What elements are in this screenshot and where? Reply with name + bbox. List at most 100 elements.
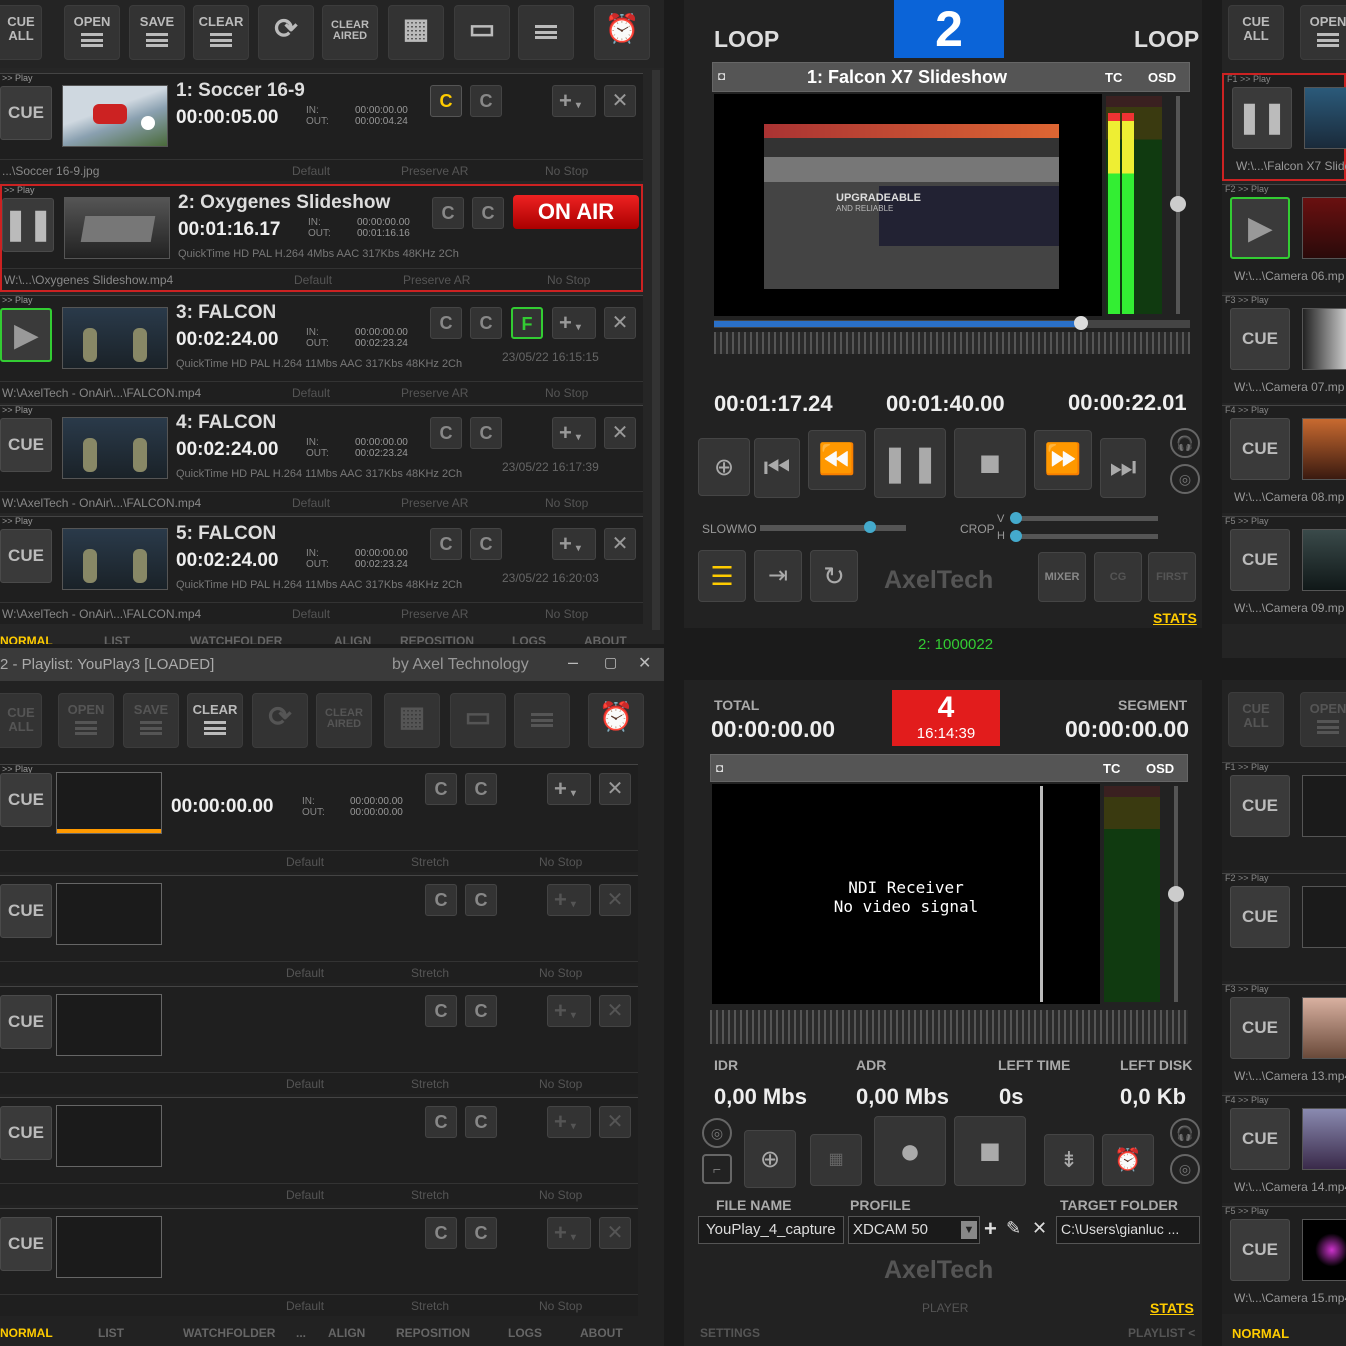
clear-button[interactable]: CLEAR bbox=[193, 5, 249, 60]
delete-item-button[interactable]: ✕ bbox=[604, 417, 636, 449]
aspect-select[interactable]: Preserve AR bbox=[401, 607, 468, 621]
minimize-icon[interactable]: – bbox=[568, 652, 578, 673]
stop-select[interactable]: No Stop bbox=[539, 1077, 582, 1091]
scheduler-button[interactable]: ⏰ bbox=[588, 693, 644, 748]
strip-item-empty[interactable]: F2 >> Play CUE bbox=[1222, 873, 1346, 981]
target-folder-field[interactable]: C:\Users\gianluc ... bbox=[1056, 1216, 1200, 1244]
stop-select[interactable]: No Stop bbox=[547, 273, 590, 287]
progress-knob[interactable] bbox=[1073, 316, 1088, 330]
tab-logs[interactable]: LOGS bbox=[512, 634, 546, 644]
tc-toggle[interactable]: TC bbox=[1103, 761, 1120, 776]
crop-icon[interactable]: ⌐ bbox=[702, 1154, 732, 1184]
playlist-menu-button[interactable] bbox=[514, 693, 570, 748]
slowmo-slider[interactable] bbox=[760, 521, 906, 533]
tab-reposition[interactable]: REPOSITION bbox=[400, 634, 474, 644]
tab-normal[interactable]: NORMAL bbox=[0, 1326, 53, 1340]
crop-v-knob[interactable] bbox=[1010, 512, 1022, 524]
cue-button[interactable]: CUE bbox=[1230, 997, 1290, 1059]
switch-button[interactable]: ▦ bbox=[810, 1134, 862, 1186]
delete-item-button[interactable]: ✕ bbox=[604, 307, 636, 339]
save-button[interactable]: SAVE bbox=[129, 5, 185, 60]
fast-forward-button[interactable]: ⏩ bbox=[1034, 430, 1092, 490]
tab-logs[interactable]: LOGS bbox=[508, 1326, 542, 1340]
transition-select[interactable]: Default bbox=[292, 496, 330, 510]
add-folder-button[interactable]: ▭ bbox=[450, 693, 506, 748]
profile-select[interactable]: XDCAM 50 ▼ bbox=[848, 1216, 980, 1244]
transition-select[interactable]: Default bbox=[294, 273, 332, 287]
strip-item[interactable]: F4 >> Play CUE W:\...\Camera 14.mp4 bbox=[1222, 1095, 1346, 1203]
record-button[interactable]: ● bbox=[874, 1116, 946, 1186]
target-icon[interactable]: ◎ bbox=[1170, 1154, 1200, 1184]
cue-button[interactable]: CUE bbox=[0, 1106, 52, 1160]
playlist-item-empty[interactable]: CUE C C + ▾ ✕ Default Stretch No Stop bbox=[0, 986, 638, 1094]
stop-button[interactable]: ■ bbox=[954, 428, 1026, 498]
add-item-button[interactable]: + ▾ bbox=[547, 995, 591, 1027]
cue-button[interactable]: CUE bbox=[0, 773, 52, 827]
save-button[interactable]: SAVE bbox=[123, 693, 179, 748]
stats-link[interactable]: STATS bbox=[1153, 610, 1197, 626]
transition-select[interactable]: Default bbox=[286, 1299, 324, 1313]
repeat-button[interactable]: C bbox=[430, 528, 462, 560]
repeat-button[interactable]: C bbox=[425, 1106, 457, 1138]
transition-select[interactable]: Default bbox=[286, 966, 324, 980]
repeat-button[interactable]: C bbox=[430, 417, 462, 449]
cue-button[interactable]: CUE bbox=[1230, 418, 1290, 480]
stop-select[interactable]: No Stop bbox=[545, 607, 588, 621]
strip-item[interactable]: F2 >> Play ▶ W:\...\Camera 06.mp bbox=[1222, 184, 1346, 292]
ip-input-button[interactable]: ⊕ bbox=[698, 438, 750, 496]
playlist-item-empty[interactable]: >> Play CUE 00:00:00.00 IN: OUT: 00:00:00… bbox=[0, 764, 638, 872]
tab-align[interactable]: ALIGN bbox=[328, 1326, 365, 1340]
cue-all-button[interactable]: CUE ALL bbox=[1228, 692, 1284, 747]
cue-button[interactable]: CUE bbox=[1230, 1219, 1290, 1281]
cue-point-button[interactable]: C bbox=[470, 307, 502, 339]
cue-point-button[interactable]: C bbox=[465, 1106, 497, 1138]
next-frame-button[interactable]: ⏭ bbox=[1100, 438, 1146, 498]
volume-knob[interactable] bbox=[1168, 886, 1184, 902]
cue-button[interactable]: CUE bbox=[1230, 886, 1290, 948]
tab-normal[interactable]: NORMAL bbox=[0, 634, 53, 644]
aspect-select[interactable]: Preserve AR bbox=[401, 496, 468, 510]
playlist-item-empty[interactable]: CUE C C + ▾ ✕ Default Stretch No Stop bbox=[0, 1097, 638, 1205]
add-item-button[interactable]: + ▾ bbox=[552, 307, 596, 339]
pause-button[interactable]: ❚❚ bbox=[2, 198, 54, 252]
stop-record-button[interactable]: ■ bbox=[954, 1116, 1026, 1186]
cue-point-button[interactable]: C bbox=[470, 85, 502, 117]
strip-item[interactable]: F3 >> Play CUE W:\...\Camera 07.mp bbox=[1222, 295, 1346, 403]
playlist-item[interactable]: >> Play ▶ 3: FALCON 00:02:24.00 IN: OUT: … bbox=[0, 295, 643, 403]
cue-button[interactable]: CUE bbox=[1230, 308, 1290, 370]
clear-aired-button[interactable]: CLEAR AIRED bbox=[322, 5, 378, 60]
maximize-icon[interactable]: ▢ bbox=[604, 654, 617, 671]
repeat-button[interactable]: C bbox=[425, 995, 457, 1027]
volume-knob[interactable] bbox=[1170, 196, 1186, 212]
add-clip-button[interactable]: ▦ bbox=[388, 5, 444, 60]
pause-button[interactable]: ❚❚ bbox=[1232, 87, 1292, 149]
transition-select[interactable]: Default bbox=[286, 1188, 324, 1202]
play-button[interactable]: ▶ bbox=[0, 308, 52, 362]
aspect-select[interactable]: Stretch bbox=[411, 855, 449, 869]
tab-list[interactable]: LIST bbox=[104, 634, 130, 644]
stop-select[interactable]: No Stop bbox=[545, 164, 588, 178]
cue-button[interactable]: CUE bbox=[1230, 529, 1290, 591]
playlist-menu-button[interactable] bbox=[518, 5, 574, 60]
add-item-button[interactable]: + ▾ bbox=[552, 85, 596, 117]
add-item-button[interactable]: + ▾ bbox=[552, 417, 596, 449]
headphones-icon[interactable]: 🎧 bbox=[1170, 1118, 1200, 1148]
close-icon[interactable]: ✕ bbox=[638, 653, 651, 673]
tab-about[interactable]: ABOUT bbox=[584, 634, 627, 644]
crop-v-slider[interactable] bbox=[1010, 512, 1158, 524]
split-button[interactable]: ⇟ bbox=[1044, 1134, 1094, 1186]
transition-select[interactable]: Default bbox=[292, 607, 330, 621]
tab-about[interactable]: ABOUT bbox=[580, 1326, 623, 1340]
strip-item[interactable]: F4 >> Play CUE W:\...\Camera 08.mp bbox=[1222, 405, 1346, 513]
cue-point-button[interactable]: C bbox=[465, 995, 497, 1027]
fixed-time-button[interactable]: F bbox=[511, 307, 543, 339]
cue-all-button[interactable]: CUE ALL bbox=[1228, 5, 1284, 60]
add-folder-button[interactable]: ▭ bbox=[454, 5, 510, 60]
cue-button[interactable]: CUE bbox=[0, 529, 52, 583]
clear-aired-button[interactable]: CLEAR AIRED bbox=[316, 693, 372, 748]
tc-toggle[interactable]: TC bbox=[1105, 70, 1122, 85]
cue-button[interactable]: CUE bbox=[0, 86, 52, 140]
volume-slider[interactable] bbox=[1168, 786, 1184, 1002]
add-item-button[interactable]: + ▾ bbox=[547, 1106, 591, 1138]
add-clip-button[interactable]: ▦ bbox=[384, 693, 440, 748]
